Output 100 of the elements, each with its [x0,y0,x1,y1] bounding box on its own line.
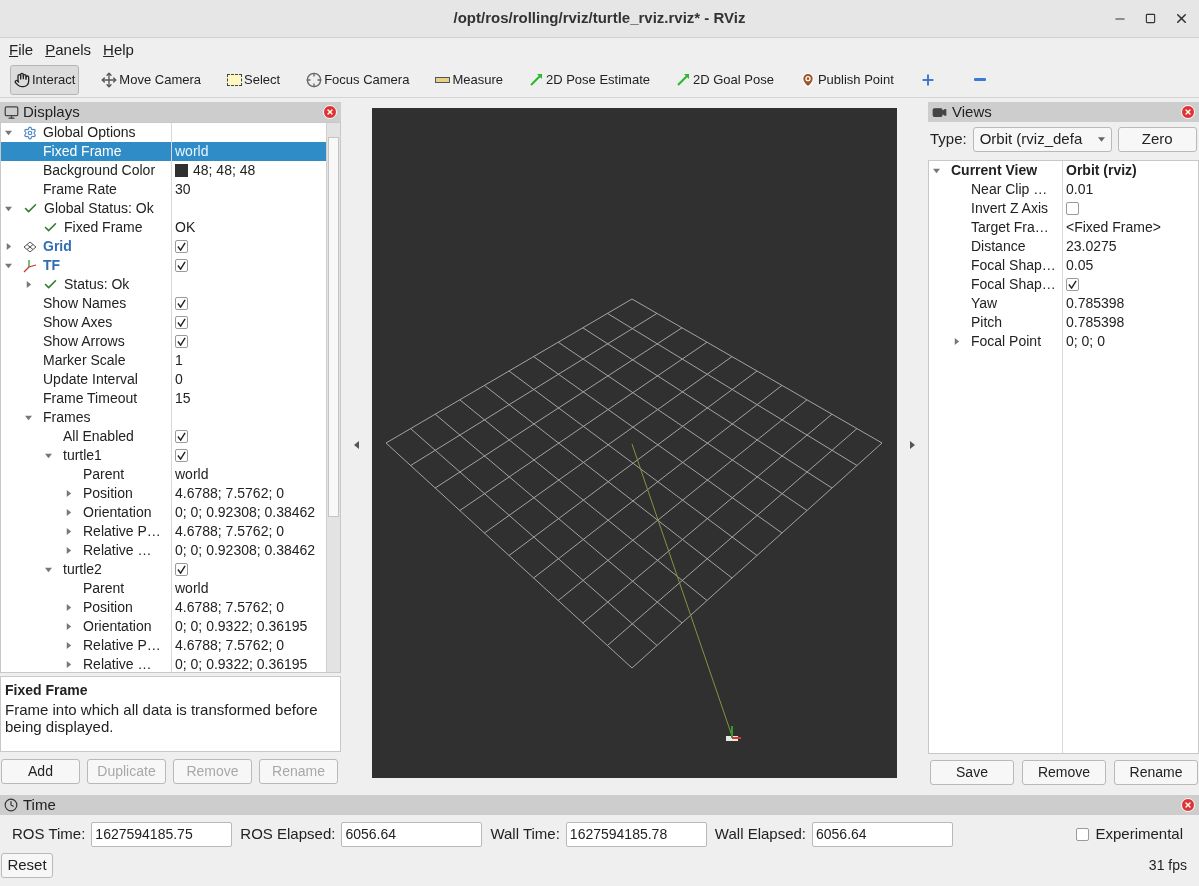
tree-row[interactable]: Pitch 0.785398 [929,313,1198,332]
tree-row[interactable]: Show Arrows [1,332,326,351]
toolbar-button[interactable]: Interact [10,64,80,95]
expand-arrow-icon[interactable] [65,509,72,516]
collapse-arrow-icon[interactable] [5,262,12,269]
monitor-icon [4,104,19,120]
time-field[interactable]: 6056.64 [341,821,483,847]
collapse-arrow-icon[interactable] [45,566,52,573]
panel-button[interactable]: Add [1,759,80,784]
tree-row[interactable]: Frame Timeout 15 [1,389,326,408]
expand-arrow-icon[interactable] [65,528,72,535]
scrollbar[interactable] [326,123,340,672]
menu-item[interactable]: Help [98,38,139,62]
checkbox[interactable] [175,316,188,329]
tree-row[interactable]: Focal Shap… 0.05 [929,256,1198,275]
close-icon[interactable] [1181,798,1195,812]
menu-item[interactable]: File [4,38,39,62]
checkbox[interactable] [175,449,188,462]
tree-row[interactable]: Update Interval 0 [1,370,326,389]
checkbox[interactable] [175,259,188,272]
property-label: Global Status: Ok [44,199,154,218]
checkbox[interactable] [1066,202,1079,215]
tree-row[interactable]: Show Axes [1,313,326,332]
panel-button[interactable]: Save [930,760,1014,785]
tree-row[interactable]: turtle2 [1,560,326,579]
maximize-icon[interactable] [1145,13,1156,24]
collapse-arrow-icon[interactable] [933,167,940,174]
checkbox[interactable] [1076,827,1090,841]
time-field[interactable]: 6056.64 [812,821,953,847]
tree-row[interactable]: Grid [1,237,326,256]
zero-button[interactable]: Zero [1117,126,1197,152]
toolbar-button[interactable]: Move Camera [97,64,205,95]
tree-row[interactable]: Distance 23.0275 [929,237,1198,256]
toolbar-button[interactable]: Select [223,64,285,95]
tree-row[interactable]: TF [1,256,326,275]
toolbar-button[interactable]: Measure [431,64,507,95]
expand-arrow-icon[interactable] [5,243,12,250]
collapse-arrow-icon[interactable] [25,414,32,421]
tree-row[interactable]: Frame Rate 30 [1,180,326,199]
expand-arrow-icon[interactable] [65,547,72,554]
tree-row[interactable]: Focal Shap… [929,275,1198,294]
expand-arrow-icon[interactable] [65,661,72,668]
close-icon[interactable] [1174,11,1189,26]
tree-row[interactable]: Invert Z Axis [929,199,1198,218]
toolbar-button[interactable]: 2D Pose Estimate [524,64,654,95]
tree-row[interactable]: Background Color 48; 48; 48 [1,161,326,180]
expand-arrow-icon[interactable] [65,604,72,611]
tree-row[interactable]: Parent world [1,579,326,598]
collapse-arrow-icon[interactable] [45,452,52,459]
expand-arrow-icon[interactable] [65,642,72,649]
checkbox[interactable] [175,563,188,576]
panel-button[interactable]: Rename [1114,760,1198,785]
time-field[interactable]: 1627594185.78 [565,821,707,847]
tree-row[interactable]: Yaw 0.785398 [929,294,1198,313]
menu-item[interactable]: Panels [40,38,97,62]
tree-row[interactable]: Target Fra… <Fixed Frame> [929,218,1198,237]
tree-row[interactable]: Relative P… 4.6788; 7.5762; 0 [1,636,326,655]
checkbox[interactable] [175,430,188,443]
tree-row[interactable]: Fixed Frame world [1,142,326,161]
tree-row[interactable]: Focal Point 0; 0; 0 [929,332,1198,351]
tree-row[interactable]: Orientation 0; 0; 0.92308; 0.38462 [1,503,326,522]
tree-row[interactable]: Orientation 0; 0; 0.9322; 0.36195 [1,617,326,636]
collapse-arrow-icon[interactable] [5,129,12,136]
tree-row[interactable]: Status: Ok [1,275,326,294]
time-field[interactable]: 1627594185.75 [91,821,233,847]
tree-row[interactable]: Relative … 0; 0; 0.92308; 0.38462 [1,541,326,560]
checkbox[interactable] [175,240,188,253]
close-icon[interactable] [1181,105,1195,119]
tree-row[interactable]: Near Clip … 0.01 [929,180,1198,199]
tree-row[interactable]: Current View Orbit (rviz) [929,161,1198,180]
tree-row[interactable]: Position 4.6788; 7.5762; 0 [1,598,326,617]
panel-button[interactable]: Remove [1022,760,1106,785]
checkbox[interactable] [175,297,188,310]
tree-row[interactable]: Global Status: Ok [1,199,326,218]
tree-row[interactable]: Fixed Frame OK [1,218,326,237]
expand-arrow-icon[interactable] [953,338,960,345]
toolbar-button[interactable]: Focus Camera [302,64,414,95]
collapse-right-icon[interactable] [910,441,915,449]
toolbar-button[interactable]: 2D Goal Pose [672,64,778,95]
close-icon[interactable] [323,105,337,119]
color-swatch[interactable] [175,164,188,177]
checkbox[interactable] [1066,278,1079,291]
collapse-left-icon[interactable] [354,441,359,449]
tree-row[interactable]: Frames [1,408,326,427]
checkbox[interactable] [175,335,188,348]
tree-row[interactable]: Relative P… 4.6788; 7.5762; 0 [1,522,326,541]
tree-row[interactable]: Marker Scale 1 [1,351,326,370]
reset-button[interactable]: Reset [1,853,53,878]
tree-row[interactable]: Relative … 0; 0; 0.9322; 0.36195 [1,655,326,672]
type-dropdown[interactable]: Orbit (rviz_defa [972,126,1112,152]
expand-arrow-icon[interactable] [65,623,72,630]
tree-row[interactable]: turtle1 [1,446,326,465]
expand-arrow-icon[interactable] [65,490,72,497]
tree-row[interactable]: Parent world [1,465,326,484]
tree-row[interactable]: Position 4.6788; 7.5762; 0 [1,484,326,503]
tree-row[interactable]: All Enabled [1,427,326,446]
tree-row[interactable]: Show Names [1,294,326,313]
expand-arrow-icon[interactable] [25,281,32,288]
collapse-arrow-icon[interactable] [5,205,12,212]
toolbar-button[interactable]: Publish Point [795,64,898,95]
